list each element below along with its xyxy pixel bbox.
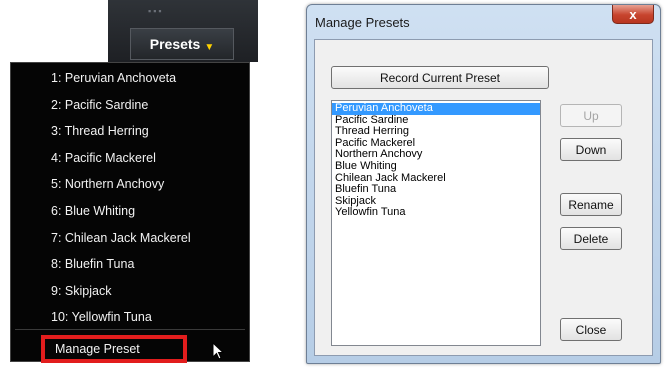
menu-item[interactable]: 1: Peruvian Anchoveta (11, 65, 249, 92)
rename-button[interactable]: Rename (560, 193, 622, 216)
list-item[interactable]: Bluefin Tuna (332, 184, 540, 196)
manage-preset-item[interactable]: Manage Preset (41, 335, 187, 363)
menu-item[interactable]: 5: Northern Anchovy (11, 171, 249, 198)
list-item[interactable]: Peruvian Anchoveta (332, 102, 540, 115)
menu-item[interactable]: 2: Pacific Sardine (11, 92, 249, 119)
menu-item[interactable]: 10: Yellowfin Tuna (11, 304, 249, 331)
presets-menu: 1: Peruvian Anchoveta 2: Pacific Sardine 3… (10, 62, 250, 363)
menu-item[interactable]: 7: Chilean Jack Mackerel (11, 225, 249, 252)
presets-listbox[interactable]: Peruvian Anchoveta Pacific Sardine Thread … (331, 100, 541, 346)
dialog-client-area: Record Current Preset Peruvian Anchoveta… (314, 39, 653, 356)
dialog-title: Manage Presets (315, 15, 410, 30)
menu-item[interactable]: 6: Blue Whiting (11, 198, 249, 225)
mouse-cursor-icon (212, 342, 224, 360)
presets-button-label: Presets (149, 36, 201, 52)
menu-item[interactable]: 8: Bluefin Tuna (11, 251, 249, 278)
presets-menu-list: 1: Peruvian Anchoveta 2: Pacific Sardine 3… (11, 65, 249, 331)
list-item[interactable]: Yellowfin Tuna (332, 207, 540, 219)
up-button[interactable]: Up (560, 104, 622, 127)
menu-separator (15, 329, 245, 330)
record-current-preset-button[interactable]: Record Current Preset (331, 66, 549, 89)
manage-presets-dialog: Manage Presets x Record Current Preset P… (306, 4, 661, 364)
caret-down-icon: ▼ (204, 41, 215, 53)
menu-item[interactable]: 4: Pacific Mackerel (11, 145, 249, 172)
close-button[interactable]: Close (560, 318, 622, 341)
presets-button[interactable]: Presets ▼ (130, 28, 234, 60)
close-window-button[interactable]: x (612, 5, 654, 24)
grip-icon: ▪▪▪ (148, 6, 164, 16)
menu-item[interactable]: 9: Skipjack (11, 278, 249, 305)
list-item[interactable]: Blue Whiting (332, 160, 540, 173)
delete-button[interactable]: Delete (560, 227, 622, 250)
menu-item[interactable]: 3: Thread Herring (11, 118, 249, 145)
presets-dropdown-panel: ▪▪▪ Presets ▼ 1: Peruvian Anchoveta 2: Pa… (0, 0, 285, 370)
down-button[interactable]: Down (560, 138, 622, 161)
close-icon: x (629, 6, 637, 22)
